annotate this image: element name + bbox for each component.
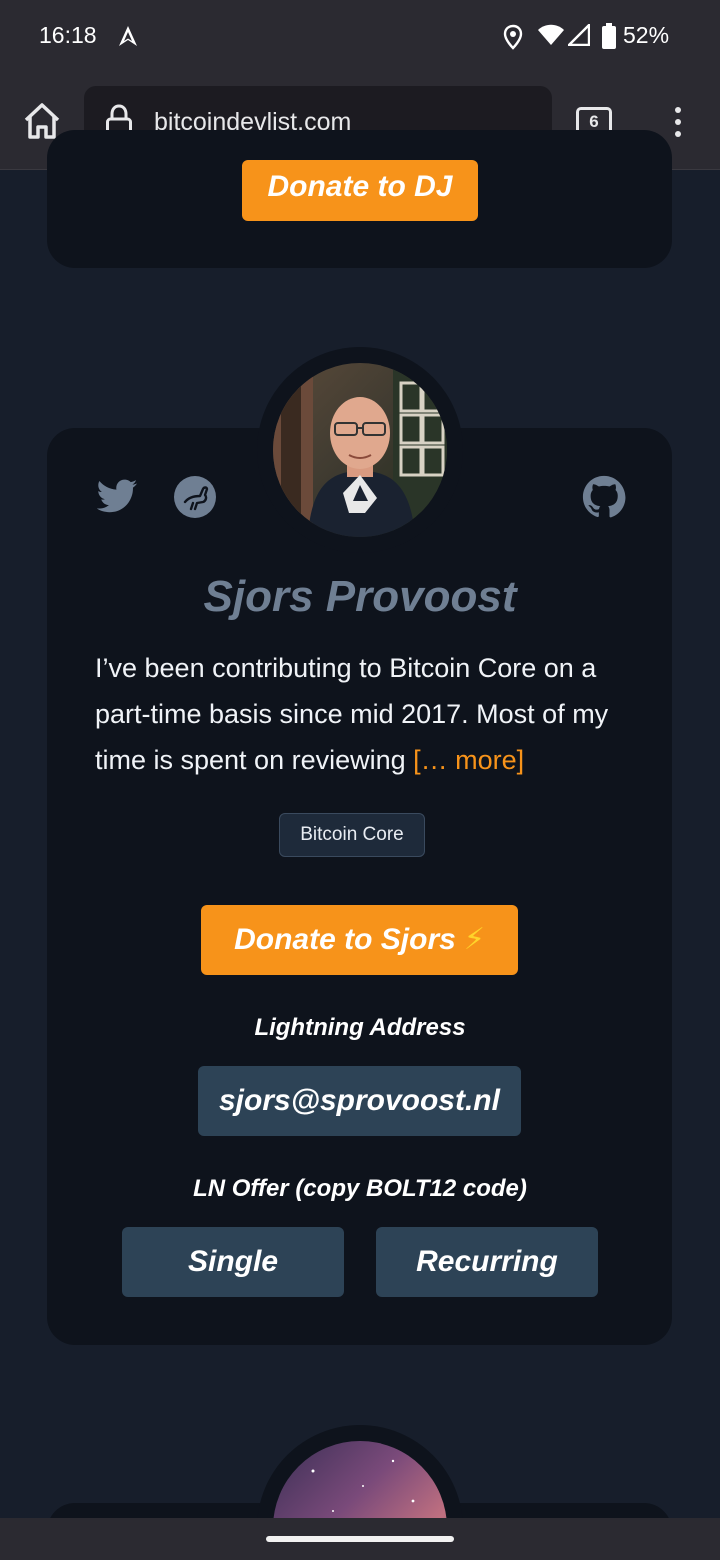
- battery-percentage: 52%: [623, 22, 670, 48]
- donate-dj-button[interactable]: Donate to DJ: [242, 160, 478, 221]
- ln-offer-label: LN Offer (copy BOLT12 code): [193, 1175, 527, 1202]
- donate-sjors-button[interactable]: Donate to Sjors ⚡: [201, 905, 518, 975]
- location-pin-icon: [503, 24, 523, 50]
- github-icon[interactable]: [582, 475, 626, 519]
- signal-icon: [568, 24, 590, 46]
- recurring-offer-button[interactable]: Recurring: [376, 1227, 598, 1297]
- lightning-address-button[interactable]: sjors@sprovoost.nl: [198, 1066, 521, 1136]
- navigation-arrow-icon: [119, 26, 137, 46]
- wifi-icon: [538, 24, 564, 45]
- single-offer-button[interactable]: Single: [122, 1227, 344, 1297]
- bio-text: I’ve been contributing to Bitcoin Core o…: [95, 653, 609, 775]
- status-time: 16:18: [39, 22, 97, 48]
- overflow-menu-icon[interactable]: [664, 104, 692, 140]
- home-gesture-handle[interactable]: [266, 1536, 454, 1542]
- developer-bio: I’ve been contributing to Bitcoin Core o…: [95, 645, 635, 783]
- developer-name: Sjors Provoost: [203, 572, 517, 621]
- battery-icon: [602, 23, 616, 49]
- project-tag[interactable]: Bitcoin Core: [279, 813, 425, 857]
- read-more-link[interactable]: [… more]: [413, 745, 524, 775]
- system-navigation-bar: [0, 1518, 720, 1560]
- donate-sjors-label: Donate to Sjors: [234, 923, 456, 956]
- lightning-bolt-icon: ⚡: [463, 923, 485, 956]
- avatar-frame: [257, 347, 463, 553]
- status-bar: 16:18 52%: [0, 0, 720, 72]
- twitter-icon[interactable]: [95, 475, 139, 519]
- developer-card: [47, 428, 672, 1345]
- nostr-icon[interactable]: [173, 475, 217, 519]
- avatar: [273, 363, 447, 537]
- home-icon[interactable]: [22, 102, 62, 140]
- lightning-address-label: Lightning Address: [254, 1014, 466, 1041]
